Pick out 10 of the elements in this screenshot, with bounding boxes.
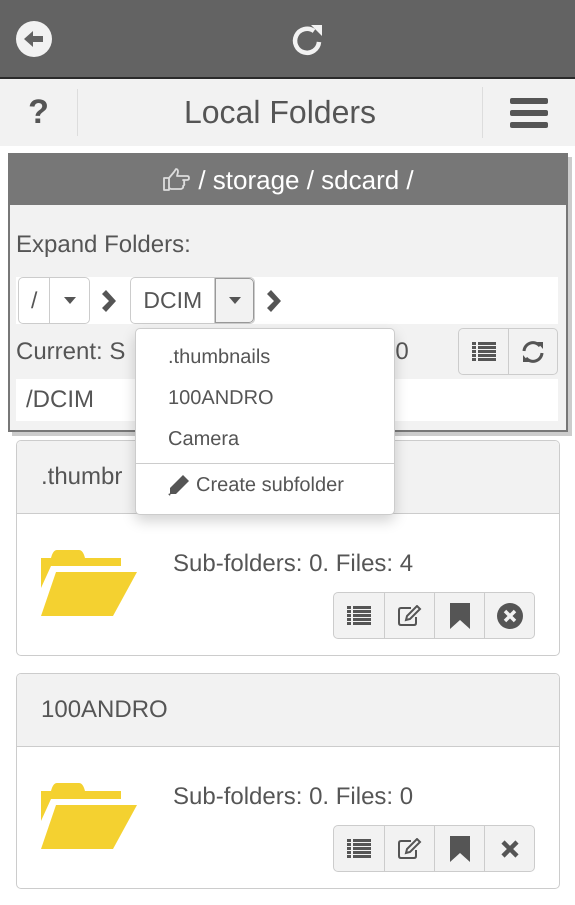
folder-name: .thumbr — [41, 463, 122, 491]
folder-info: Sub-folders: 0. Files: 4 — [173, 550, 414, 578]
menu-item-label: Create subfolder — [196, 474, 344, 496]
folder-info: Sub-folders: 0. Files: 0 — [173, 783, 414, 811]
current-label: Current: S — [16, 338, 126, 366]
page-title: Local Folders — [182, 93, 378, 132]
current-label: 0 — [395, 338, 409, 366]
expand-label: Expand Folders: — [16, 231, 192, 260]
folder-name: 100ANDRO — [41, 696, 168, 724]
location-path: / storage / sdcard / — [198, 164, 414, 196]
